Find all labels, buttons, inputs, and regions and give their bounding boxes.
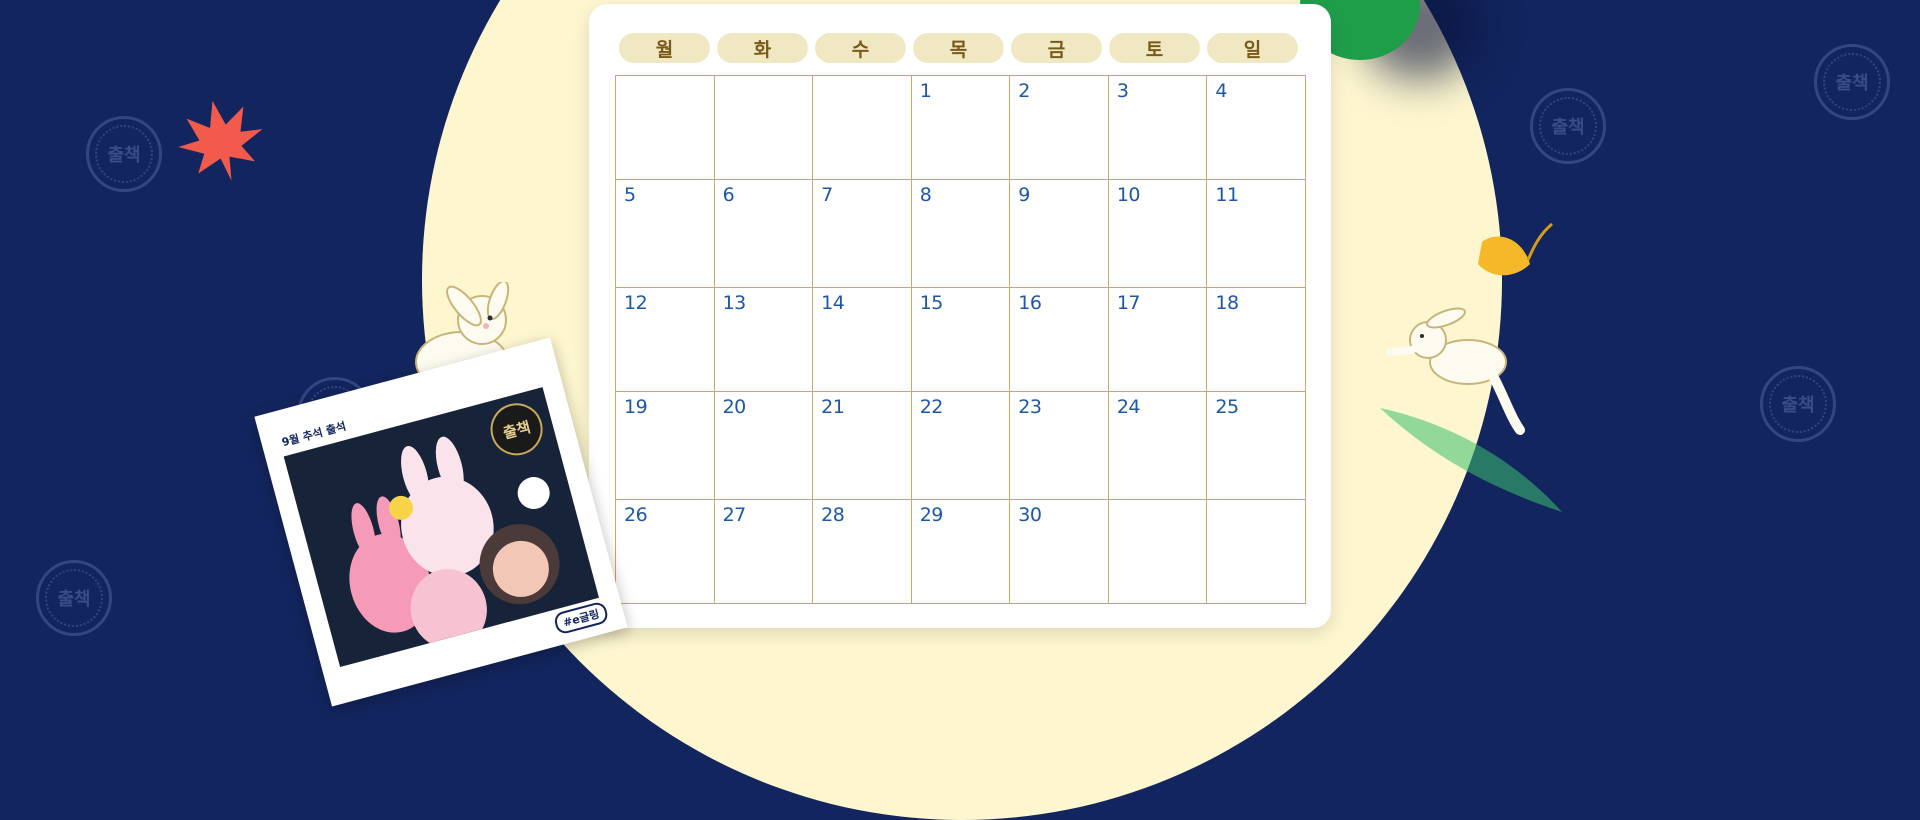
calendar-day-cell[interactable]: 4 (1207, 76, 1306, 180)
calendar-day-number: 17 (1116, 292, 1141, 314)
calendar-grid: 1 2 3 4 5 6 7 8 9 10 11 12 13 14 15 16 17 18 19 20 21 22 23 24 2… (615, 75, 1306, 604)
weekday-wed: 수 (815, 33, 906, 63)
calendar-day-number: 22 (919, 396, 944, 418)
calendar-day-number: 3 (1116, 80, 1129, 102)
calendar-day-cell[interactable]: 24 (1108, 392, 1208, 500)
calendar-day-number: 11 (1215, 184, 1239, 206)
calendar-empty-cell (1207, 500, 1306, 604)
ginkgo-leaf-icon (1478, 222, 1553, 276)
weekday-thu: 목 (913, 33, 1004, 63)
calendar-empty-cell (813, 76, 912, 180)
calendar-day-number: 29 (919, 504, 944, 526)
calendar-day-cell[interactable]: 11 (1207, 180, 1306, 288)
weekday-fri: 금 (1011, 33, 1102, 63)
calendar-day-number: 6 (722, 184, 735, 206)
calendar-day-cell[interactable]: 17 (1108, 288, 1208, 392)
calendar-card: 월 화 수 목 금 토 일 1 2 3 4 5 6 7 8 9 10 11 12 13 14 15 16 17 1… (589, 4, 1331, 628)
calendar-empty-cell (1108, 500, 1208, 604)
calendar-day-cell[interactable]: 30 (1010, 500, 1109, 604)
calendar-day-cell[interactable]: 1 (911, 76, 1011, 180)
calendar-day-number: 15 (919, 292, 944, 314)
calendar-day-cell[interactable]: 6 (714, 180, 814, 288)
calendar-day-number: 30 (1018, 504, 1042, 526)
calendar-day-number: 8 (919, 184, 932, 206)
calendar-day-cell[interactable]: 23 (1010, 392, 1109, 500)
calendar-day-number: 10 (1116, 184, 1141, 206)
calendar-day-cell[interactable]: 22 (911, 392, 1011, 500)
calendar-day-number: 7 (821, 184, 833, 206)
calendar-day-number: 24 (1116, 396, 1141, 418)
calendar-day-number: 27 (722, 504, 747, 526)
calendar-day-cell[interactable]: 27 (714, 500, 814, 604)
calendar-day-number: 4 (1215, 80, 1228, 102)
calendar-day-cell[interactable]: 9 (1010, 180, 1109, 288)
calendar-day-number: 1 (919, 80, 932, 102)
calendar-day-cell[interactable]: 15 (911, 288, 1011, 392)
calendar-day-number: 5 (624, 184, 636, 206)
calendar-day-cell[interactable]: 5 (616, 180, 715, 288)
calendar-day-number: 25 (1215, 396, 1239, 418)
calendar-empty-cell (714, 76, 814, 180)
calendar-day-cell[interactable]: 16 (1010, 288, 1109, 392)
calendar-day-number: 23 (1018, 396, 1042, 418)
calendar-day-cell[interactable]: 28 (813, 500, 912, 604)
calendar-day-cell[interactable]: 26 (616, 500, 715, 604)
calendar-day-cell[interactable]: 14 (813, 288, 912, 392)
stamp-icon: 출책 (1530, 88, 1606, 164)
calendar-day-cell[interactable]: 7 (813, 180, 912, 288)
calendar-empty-cell (616, 76, 715, 180)
calendar-day-number: 2 (1018, 80, 1030, 102)
calendar-day-cell[interactable]: 3 (1108, 76, 1208, 180)
calendar-day-number: 16 (1018, 292, 1042, 314)
calendar-day-cell[interactable]: 12 (616, 288, 715, 392)
calendar-day-cell[interactable]: 20 (714, 392, 814, 500)
calendar-day-number: 20 (722, 396, 747, 418)
calendar-day-number: 28 (821, 504, 845, 526)
calendar-day-cell[interactable]: 29 (911, 500, 1011, 604)
stamp-icon: 출책 (86, 116, 162, 192)
calendar-day-cell[interactable]: 25 (1207, 392, 1306, 500)
calendar-day-cell[interactable]: 21 (813, 392, 912, 500)
calendar-day-number: 19 (624, 396, 648, 418)
weekday-mon: 월 (619, 33, 710, 63)
calendar-day-cell[interactable]: 2 (1010, 76, 1109, 180)
maple-leaf-icon (178, 100, 263, 181)
calendar-day-cell[interactable]: 19 (616, 392, 715, 500)
weekday-sun: 일 (1207, 33, 1298, 63)
calendar-day-number: 18 (1215, 292, 1239, 314)
calendar-day-number: 12 (624, 292, 648, 314)
weekday-header-row: 월 화 수 목 금 토 일 (619, 33, 1298, 63)
stamp-icon: 출책 (36, 560, 112, 636)
calendar-day-number: 26 (624, 504, 648, 526)
calendar-day-number: 21 (821, 396, 845, 418)
calendar-day-number: 9 (1018, 184, 1030, 206)
calendar-day-cell[interactable]: 18 (1207, 288, 1306, 392)
stamp-icon: 출책 (1814, 44, 1890, 120)
weekday-tue: 화 (717, 33, 808, 63)
weekday-sat: 토 (1109, 33, 1200, 63)
calendar-day-cell[interactable]: 10 (1108, 180, 1208, 288)
grass-decoration-icon (1380, 408, 1562, 512)
calendar-day-cell[interactable]: 13 (714, 288, 814, 392)
calendar-day-number: 13 (722, 292, 747, 314)
calendar-day-cell[interactable]: 8 (911, 180, 1011, 288)
calendar-day-number: 14 (821, 292, 845, 314)
stamp-icon: 출책 (1760, 366, 1836, 442)
